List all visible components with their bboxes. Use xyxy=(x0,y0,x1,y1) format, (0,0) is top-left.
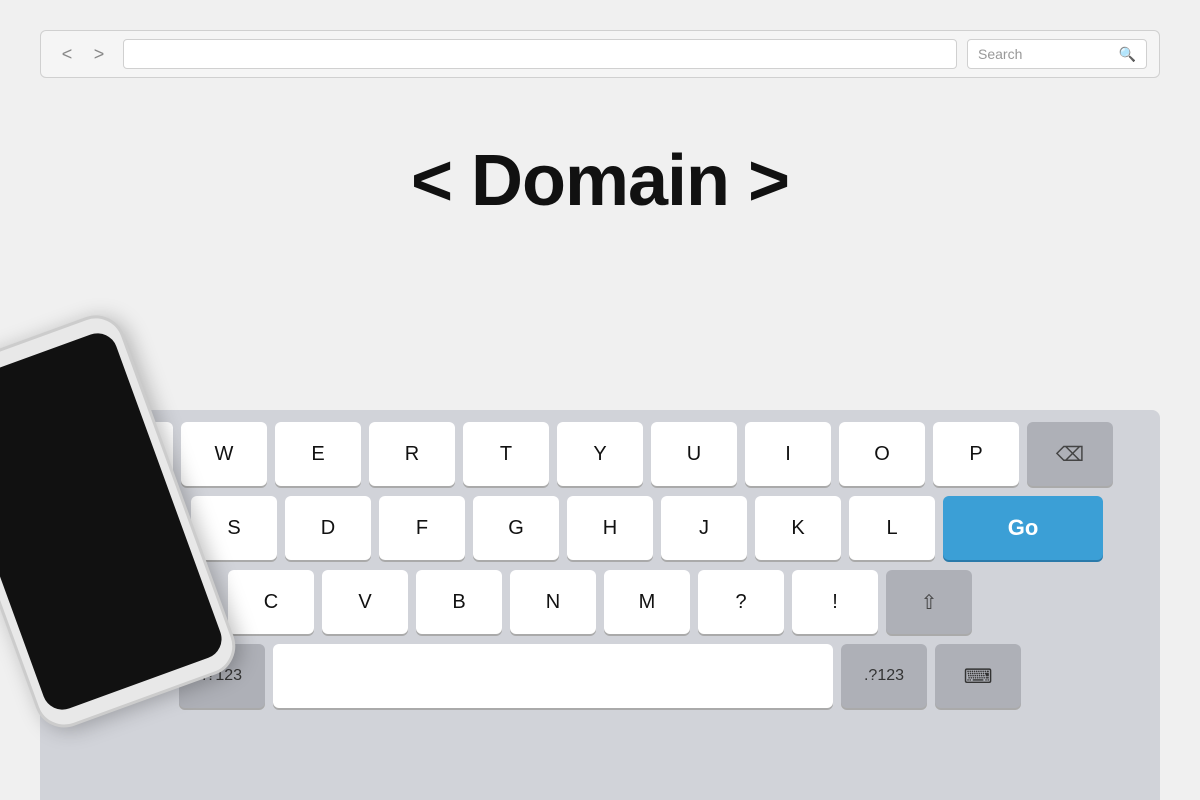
key-n[interactable]: N xyxy=(510,570,596,634)
browser-bar: < > Search 🔍 xyxy=(40,30,1160,78)
search-label: Search xyxy=(978,46,1113,62)
key-question[interactable]: ? xyxy=(698,570,784,634)
key-k[interactable]: K xyxy=(755,496,841,560)
back-button[interactable]: < xyxy=(53,40,81,68)
key-r[interactable]: R xyxy=(369,422,455,486)
key-exclamation[interactable]: ! xyxy=(792,570,878,634)
search-box[interactable]: Search 🔍 xyxy=(967,39,1147,69)
keyboard-row-2: A S D F G H J K L Go xyxy=(50,496,1150,560)
key-keyboard[interactable]: ⌨ xyxy=(935,644,1021,708)
key-space[interactable] xyxy=(273,644,833,708)
key-e[interactable]: E xyxy=(275,422,361,486)
key-d[interactable]: D xyxy=(285,496,371,560)
key-l[interactable]: L xyxy=(849,496,935,560)
key-s[interactable]: S xyxy=(191,496,277,560)
nav-buttons: < > xyxy=(53,40,113,68)
search-icon: 🔍 xyxy=(1119,46,1136,63)
key-o[interactable]: O xyxy=(839,422,925,486)
key-j[interactable]: J xyxy=(661,496,747,560)
key-y[interactable]: Y xyxy=(557,422,643,486)
key-u[interactable]: U xyxy=(651,422,737,486)
keyboard-row-1: Q W E R T Y U I O P ⌫ xyxy=(50,422,1150,486)
key-t[interactable]: T xyxy=(463,422,549,486)
address-bar[interactable] xyxy=(123,39,957,69)
forward-button[interactable]: > xyxy=(85,40,113,68)
key-h[interactable]: H xyxy=(567,496,653,560)
key-m[interactable]: M xyxy=(604,570,690,634)
key-i[interactable]: I xyxy=(745,422,831,486)
key-shift[interactable]: ⇧ xyxy=(886,570,972,634)
key-v[interactable]: V xyxy=(322,570,408,634)
key-c[interactable]: C xyxy=(228,570,314,634)
key-w[interactable]: W xyxy=(181,422,267,486)
key-backspace[interactable]: ⌫ xyxy=(1027,422,1113,486)
key-g[interactable]: G xyxy=(473,496,559,560)
key-p[interactable]: P xyxy=(933,422,1019,486)
key-f[interactable]: F xyxy=(379,496,465,560)
key-b[interactable]: B xyxy=(416,570,502,634)
key-go[interactable]: Go xyxy=(943,496,1103,560)
key-numeric-2[interactable]: .?123 xyxy=(841,644,927,708)
main-heading: < Domain > xyxy=(0,140,1200,222)
